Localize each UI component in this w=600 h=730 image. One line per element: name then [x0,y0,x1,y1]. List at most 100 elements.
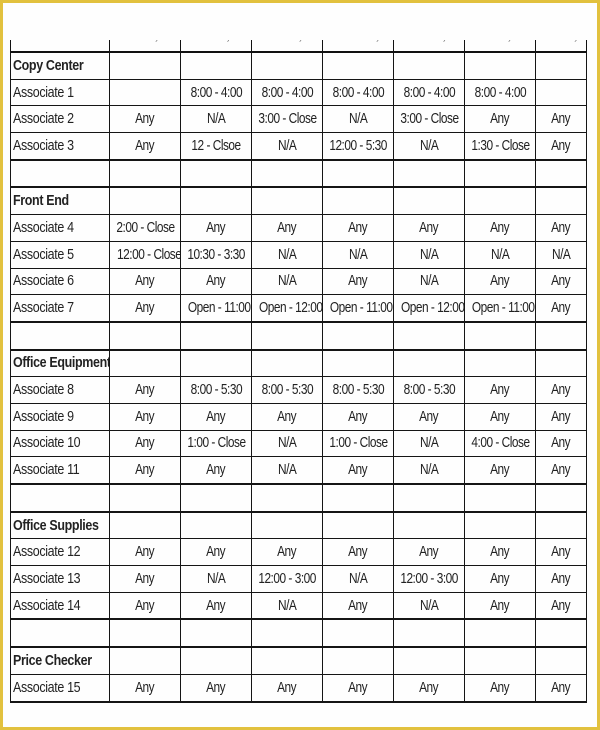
empty-cell [393,51,465,80]
availability-cell: N/A [535,240,587,269]
availability-cell: Any [464,538,536,567]
table-row: Associate 9 Any Any Any Any Any Any Any [10,402,587,431]
availability-cell [109,78,181,107]
availability-cell-text: Any [135,597,155,614]
availability-cell-text: 3:00 - Close [258,111,317,128]
availability-cell-text: 4:00 - Close [471,435,530,452]
associate-name: Associate 11 [10,456,110,486]
empty-cell [180,511,252,540]
availability-cell: Any [180,591,252,621]
header-day: Sunday [109,40,181,53]
availability-cell: Any [322,267,394,296]
availability-cell-text: 8:00 - 4:00 [403,84,455,101]
availability-cell-text: N/A [419,462,439,479]
availability-cell: Any [393,214,465,242]
availability-cell-text: N/A [277,462,297,479]
availability-cell-text: Any [551,570,571,587]
empty-cell [251,646,323,675]
associate-name-text: Associate 8 [13,382,74,399]
empty-cell [10,321,110,351]
availability-cell-text: N/A [206,111,226,128]
availability-cell: Open - 11:00 [180,294,252,323]
availability-cell-text: N/A [277,137,297,154]
associate-name-text: Associate 13 [13,570,81,587]
empty-cell [393,483,465,513]
availability-cell: 3:00 - Close [251,105,323,134]
spacer-row [10,159,587,189]
availability-cell: Any [109,565,181,593]
empty-cell [535,51,587,80]
availability-cell-text: Any [551,219,571,236]
availability-cell: Open - 11:00 [464,294,536,323]
availability-cell: Any [109,267,181,296]
availability-cell: 8:00 - 4:00 [464,78,536,107]
table-row: Associate 6 Any Any N/A Any N/A Any Any [10,267,587,296]
availability-cell: Any [180,267,252,296]
availability-cell-text: Any [490,597,510,614]
associate-name: Associate 9 [10,402,110,431]
section-title-text: Price Checker [13,652,92,669]
availability-cell-text: Any [419,408,439,425]
associate-name: Associate 10 [10,429,110,458]
availability-cell-text: N/A [277,246,297,263]
empty-cell [251,618,323,649]
table-row: Associate 15 Any Any Any Any Any Any Any [10,673,587,703]
availability-cell: Any [393,538,465,567]
availability-cell-text: Any [135,435,155,452]
availability-cell-text: 8:00 - 5:30 [261,382,313,399]
section-title: Office Supplies [10,511,110,540]
availability-cell-text: Any [551,300,571,317]
availability-cell-text: Any [206,273,226,290]
availability-cell [535,78,587,107]
table-row: Associate 5 12:00 - Close 10:30 - 3:30 N/A N… [10,240,587,269]
availability-cell-text: N/A [348,246,368,263]
availability-cell-text: 8:00 - 5:30 [403,382,455,399]
availability-cell-text: Any [490,382,510,399]
availability-cell-text: Open - 11:00 [471,300,535,317]
empty-cell [322,618,394,649]
availability-cell: Any [322,538,394,567]
availability-cell: N/A [251,240,323,269]
associate-name: Associate 3 [10,132,110,161]
empty-cell [322,159,394,189]
section-title: Front End [10,186,110,216]
availability-cell-text: Any [490,544,510,561]
associate-name-text: Associate 4 [13,219,74,236]
availability-cell-text: N/A [419,137,439,154]
empty-cell [10,618,110,649]
empty-cell [180,618,252,649]
empty-cell [251,349,323,378]
availability-cell: Any [464,673,536,703]
empty-cell [109,511,181,540]
availability-cell: Any [393,402,465,431]
availability-cell: Any [464,565,536,593]
availability-cell: Open - 12:00 [393,294,465,323]
availability-cell: Any [535,591,587,621]
availability-cell: Any [535,565,587,593]
associate-name: Associate 4 [10,214,110,242]
section-title-text: Copy Center [13,57,84,74]
availability-cell: Any [109,456,181,486]
availability-cell-text: N/A [551,246,571,263]
availability-cell: Any [109,429,181,458]
availability-cell-text: Any [551,435,571,452]
table-row: Associate 3 Any 12 - Clsoe N/A 12:00 - 5:30 N… [10,132,587,161]
availability-cell: 2:00 - Close [109,214,181,242]
empty-cell [180,349,252,378]
availability-cell-text: Any [551,408,571,425]
availability-cell-text: 8:00 - 4:00 [474,84,526,101]
availability-cell: Any [535,673,587,703]
availability-cell-text: 12:00 - 3:00 [258,570,316,587]
availability-cell-text: N/A [348,111,368,128]
availability-cell-text: N/A [419,597,439,614]
empty-cell [10,159,110,189]
availability-cell-text: Any [419,679,439,696]
availability-cell-text: Any [551,544,571,561]
availability-cell: 8:00 - 4:00 [393,78,465,107]
empty-cell [535,321,587,351]
associate-name: Associate 7 [10,294,110,323]
empty-cell [464,349,536,378]
empty-cell [251,51,323,80]
availability-cell-text: 12:00 - Close [117,246,181,263]
availability-cell-text: Any [135,382,155,399]
